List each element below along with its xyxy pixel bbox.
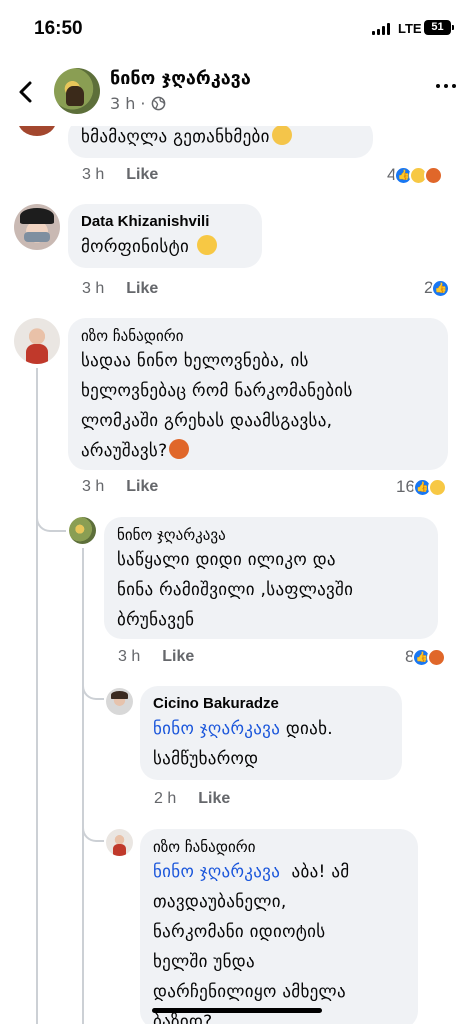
- comment-author[interactable]: იზო ჩანადირი: [153, 837, 405, 857]
- status-time: 16:50: [34, 18, 83, 39]
- like-button[interactable]: Like: [126, 166, 158, 183]
- comment-text: საწყალი დიდი ილიკო და ნინა რამიშვილი ,სა…: [117, 550, 354, 630]
- clapping-hands-icon: [271, 125, 292, 145]
- meta-separator: ·: [140, 94, 146, 113]
- haha-reaction-icon: [427, 477, 447, 497]
- commenter-avatar[interactable]: [14, 204, 60, 250]
- signal-icon: [372, 23, 392, 35]
- thread-line-branch: [82, 680, 104, 700]
- like-button[interactable]: Like: [162, 648, 194, 665]
- thread-line-branch: [36, 512, 66, 532]
- commenter-avatar[interactable]: [14, 318, 60, 364]
- thread-line-sub: [82, 548, 84, 1024]
- comment-text: ხმამაღლა გეთანხმები: [81, 122, 360, 152]
- comment-author[interactable]: Cicino Bakuradze: [153, 694, 389, 714]
- like-button[interactable]: Like: [126, 478, 158, 495]
- reaction-summary[interactable]: 4 👍: [387, 165, 444, 185]
- comment-time[interactable]: 3 h: [118, 648, 140, 665]
- network-type: LTE: [398, 21, 422, 36]
- comment-author[interactable]: ნინო ჯღარკავა: [117, 525, 425, 545]
- status-bar: 16:50 LTE 51: [0, 0, 473, 56]
- comment-actions: 3 h Like: [82, 478, 158, 496]
- comment-time[interactable]: 2 h: [154, 790, 176, 807]
- author-avatar[interactable]: [54, 68, 100, 114]
- comment-bubble: Data Khizanishvili მორფინისტი: [68, 204, 262, 268]
- comment-actions: 3 h Like: [82, 280, 158, 298]
- reaction-summary[interactable]: 8 👍: [405, 647, 447, 667]
- globe-icon: [151, 96, 165, 111]
- commenter-avatar[interactable]: [106, 688, 133, 715]
- comment-actions: 2 h Like: [154, 790, 230, 808]
- angry-face-icon: [169, 439, 190, 459]
- reply-bubble: ნინო ჯღარკავა საწყალი დიდი ილიკო და ნინა…: [104, 517, 438, 639]
- comment-time[interactable]: 3 h: [82, 166, 104, 183]
- mention-link[interactable]: ნინო ჯღარკავა: [153, 862, 280, 882]
- comment-text: სადაა ნინო ხელოვნება, ის ხელოვნებაც რომ …: [81, 351, 353, 461]
- comment-bubble: იზო ჩანადირი სადაა ნინო ხელოვნება, ის ხე…: [68, 318, 448, 470]
- reply-bubble: Cicino Bakuradze ნინო ჯღარკავა დიახ. სამ…: [140, 686, 402, 780]
- post-header: ნინო ჯღარკავა 3 h ·: [0, 62, 473, 126]
- more-options-icon[interactable]: [436, 82, 458, 90]
- battery-icon: 51: [424, 20, 454, 35]
- comment-actions: 3 h Like: [82, 166, 158, 184]
- comment-text: მორფინისტი: [81, 232, 249, 262]
- back-arrow-icon[interactable]: [16, 80, 36, 104]
- author-name[interactable]: ნინო ჯღარკავა: [110, 68, 251, 89]
- reply-bubble: იზო ჩანადირი ნინო ჯღარკავა აბა! ამ თავდა…: [140, 829, 418, 1024]
- comment-actions: 3 h Like: [118, 648, 194, 666]
- angry-reaction-icon: [424, 165, 444, 185]
- home-indicator: [152, 1008, 322, 1013]
- comment-text: ნინო ჯღარკავა აბა! ამ თავდაუბანელი, ნარკ…: [153, 862, 350, 1024]
- post-time[interactable]: 3 h: [110, 94, 135, 113]
- comment-author[interactable]: იზო ჩანადირი: [81, 326, 435, 346]
- thread-line-branch: [82, 822, 104, 842]
- mention-link[interactable]: ნინო ჯღარკავა: [153, 719, 280, 739]
- like-button[interactable]: Like: [198, 790, 230, 807]
- commenter-avatar[interactable]: [69, 517, 96, 544]
- comment-time[interactable]: 3 h: [82, 280, 104, 297]
- rolling-laughing-icon: [196, 235, 217, 255]
- comment-time[interactable]: 3 h: [82, 478, 104, 495]
- reaction-summary[interactable]: 16 👍: [396, 477, 447, 497]
- battery-level: 51: [431, 21, 444, 33]
- angry-reaction-icon: [427, 647, 447, 667]
- like-button[interactable]: Like: [126, 280, 158, 297]
- reaction-summary[interactable]: 2 👍: [424, 278, 451, 298]
- comment-author[interactable]: Data Khizanishvili: [81, 212, 249, 232]
- comment-text: ნინო ჯღარკავა დიახ. სამწუხაროდ: [153, 719, 333, 769]
- commenter-avatar[interactable]: [106, 829, 133, 856]
- thread-line: [36, 368, 38, 1024]
- like-reaction-icon: 👍: [431, 278, 451, 298]
- post-meta: 3 h ·: [110, 94, 166, 113]
